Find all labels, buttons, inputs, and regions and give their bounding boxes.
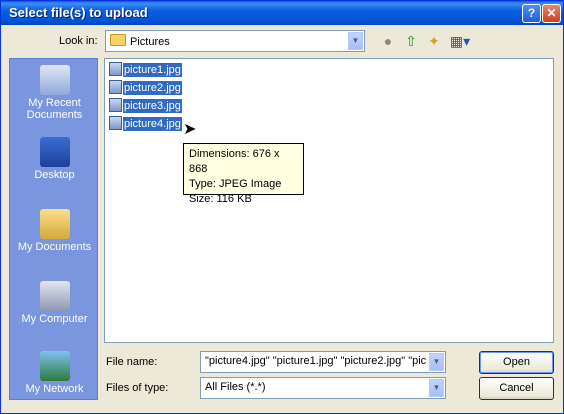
chevron-down-icon[interactable]: ▼	[429, 353, 444, 371]
place-my-documents[interactable]: My Documents	[10, 209, 97, 253]
jpeg-file-icon	[109, 98, 122, 112]
recent-documents-icon	[39, 65, 70, 95]
help-button[interactable]: ?	[522, 4, 541, 23]
chevron-down-icon[interactable]: ▼	[429, 379, 444, 397]
my-computer-icon	[39, 281, 70, 311]
my-network-icon	[39, 351, 70, 381]
place-desktop[interactable]: Desktop	[10, 137, 97, 181]
up-folder-icon[interactable]: ⇧	[402, 32, 420, 50]
file-item[interactable]: picture1.jpg	[109, 62, 182, 78]
folder-icon	[110, 34, 126, 46]
open-button[interactable]: Open	[479, 351, 554, 374]
file-name-value: "picture4.jpg" "picture1.jpg" "picture2.…	[205, 355, 427, 367]
file-item[interactable]: picture4.jpg	[109, 116, 182, 132]
file-type-label: Files of type:	[106, 382, 169, 394]
file-type-select[interactable]: All Files (*.*) ▼	[200, 377, 446, 399]
place-my-recent-documents[interactable]: My Recent Documents	[10, 65, 97, 121]
file-list[interactable]: picture1.jpg picture2.jpg picture3.jpg p…	[104, 58, 554, 343]
tooltip-type: Type: JPEG Image	[189, 178, 282, 190]
close-button[interactable]: ✕	[542, 4, 561, 23]
file-item[interactable]: picture2.jpg	[109, 80, 182, 96]
chevron-down-icon[interactable]: ▼	[348, 32, 363, 50]
file-type-value: All Files (*.*)	[205, 381, 266, 393]
place-my-computer[interactable]: My Computer	[10, 281, 97, 325]
jpeg-file-icon	[109, 80, 122, 94]
tooltip-size: Size: 116 KB	[189, 193, 252, 205]
jpeg-file-icon	[109, 62, 122, 76]
cancel-button[interactable]: Cancel	[479, 377, 554, 400]
look-in-value: Pictures	[130, 36, 170, 48]
file-name-label: File name:	[106, 356, 158, 368]
window-title: Select file(s) to upload	[9, 5, 148, 20]
file-name-input[interactable]: "picture4.jpg" "picture1.jpg" "picture2.…	[200, 351, 446, 373]
title-bar[interactable]: Select file(s) to upload ? ✕	[1, 1, 563, 25]
new-folder-icon[interactable]: ✦	[425, 32, 443, 50]
file-info-tooltip: Dimensions: 676 x 868 Type: JPEG Image S…	[183, 143, 304, 205]
my-documents-icon	[39, 209, 70, 239]
place-my-network[interactable]: My Network	[10, 351, 97, 395]
file-item[interactable]: picture3.jpg	[109, 98, 182, 114]
desktop-icon	[39, 137, 70, 167]
look-in-label: Look in:	[59, 35, 98, 47]
file-upload-dialog: Select file(s) to upload ? ✕ Look in: Pi…	[0, 0, 564, 414]
look-in-dropdown[interactable]: Pictures ▼	[105, 30, 365, 52]
tooltip-dimensions: Dimensions: 676 x 868	[189, 148, 280, 175]
back-icon[interactable]: ●	[379, 32, 397, 50]
views-menu-icon[interactable]: ▦▾	[449, 32, 471, 50]
jpeg-file-icon	[109, 116, 122, 130]
mouse-pointer-icon: ➤	[183, 121, 197, 138]
places-bar: My Recent Documents Desktop My Documents…	[9, 58, 98, 400]
